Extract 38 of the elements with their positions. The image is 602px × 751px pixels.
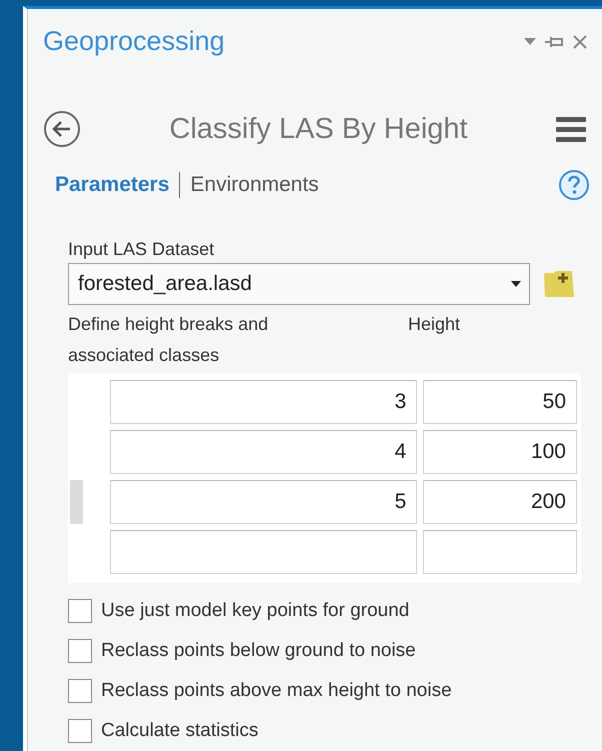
checkbox[interactable] xyxy=(68,638,92,663)
tab[interactable]: Environments xyxy=(190,173,319,198)
dataset-dropdown[interactable]: forested_area.lasd xyxy=(68,262,530,305)
height-value: 200 xyxy=(530,490,566,514)
class-cell[interactable] xyxy=(110,530,418,574)
field-label: Input LAS Dataset xyxy=(68,238,216,260)
pin-icon[interactable] xyxy=(544,36,564,48)
height-cell[interactable]: 200 xyxy=(423,480,577,524)
checkbox[interactable] xyxy=(68,598,92,623)
menu-icon[interactable] xyxy=(556,116,586,142)
add-folder-icon[interactable] xyxy=(542,268,575,299)
pane-title: Geoprocessing xyxy=(43,26,226,58)
checkbox-label: Reclass points above max height to noise xyxy=(101,680,452,702)
height-cell[interactable]: 100 xyxy=(423,430,577,474)
column-header: Height xyxy=(408,312,460,336)
checkbox-label: Calculate statistics xyxy=(101,720,258,742)
checkbox[interactable] xyxy=(68,718,92,743)
class-value: 4 xyxy=(394,440,406,464)
class-value: 3 xyxy=(394,390,406,414)
checkbox-label: Use just model key points for ground xyxy=(101,600,410,622)
class-cell[interactable]: 3 xyxy=(110,380,418,424)
tool-title: Classify LAS By Height xyxy=(168,112,469,146)
height-cell[interactable]: 50 xyxy=(423,380,577,424)
back-icon[interactable] xyxy=(43,110,81,148)
checkbox-label: Reclass points below ground to noise xyxy=(101,640,416,662)
help-icon[interactable] xyxy=(558,169,590,202)
checkbox[interactable] xyxy=(68,678,92,703)
height-value: 100 xyxy=(530,440,566,464)
caret-icon xyxy=(511,280,521,287)
tab[interactable]: Parameters xyxy=(55,173,170,198)
height-cell[interactable] xyxy=(423,530,577,574)
class-cell[interactable]: 5 xyxy=(110,480,418,524)
close-icon[interactable] xyxy=(572,34,588,50)
height-value: 50 xyxy=(542,390,566,414)
table-label: Define height breaks and associated classes xyxy=(68,312,270,367)
class-value: 5 xyxy=(394,490,406,514)
class-cell[interactable]: 4 xyxy=(110,430,418,474)
dropdown-icon[interactable] xyxy=(524,38,536,46)
